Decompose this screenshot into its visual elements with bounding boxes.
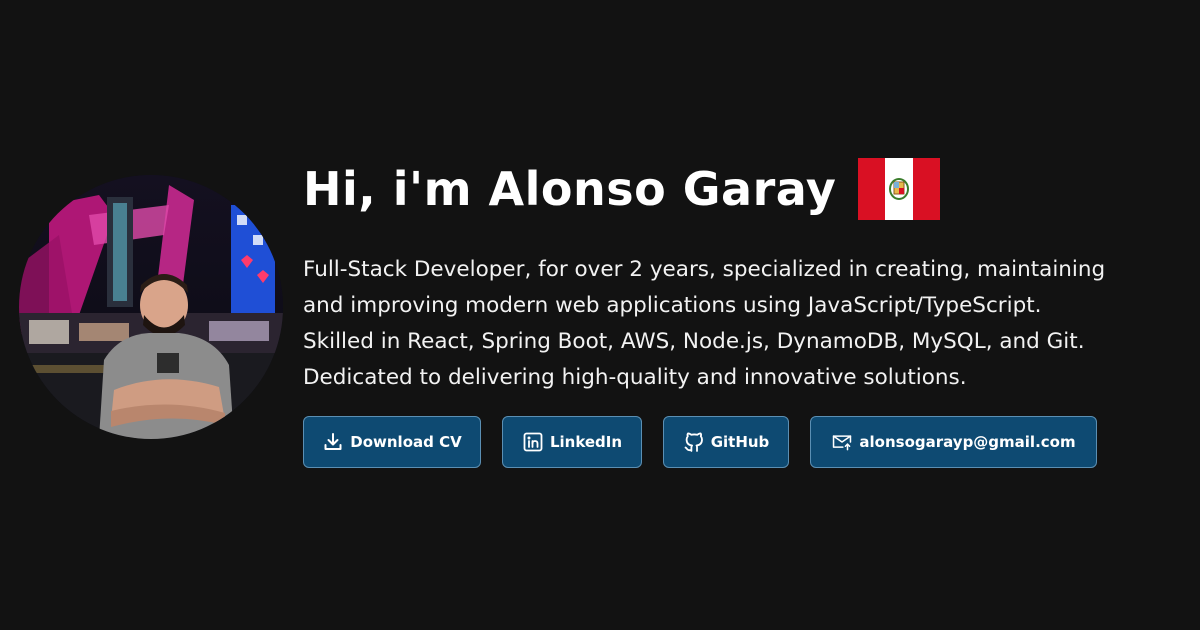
linkedin-button[interactable]: LinkedIn <box>502 416 642 468</box>
linkedin-label: LinkedIn <box>549 433 623 451</box>
bio-line-2: and improving modern web applications us… <box>303 293 1042 318</box>
mail-icon <box>831 431 853 453</box>
email-button[interactable]: alonsogarayp@gmail.com <box>810 416 1097 468</box>
github-label: GitHub <box>710 433 770 451</box>
action-buttons: Download CV LinkedIn GitHub alonsogarayp… <box>303 416 1097 468</box>
bio-line-4: Dedicated to delivering high-quality and… <box>303 365 967 390</box>
bio-line-1: Full-Stack Developer, for over 2 years, … <box>303 257 1106 282</box>
peru-flag-icon <box>858 158 941 220</box>
github-button[interactable]: GitHub <box>663 416 789 468</box>
header-row: Hi, i'm Alonso Garay <box>303 152 941 226</box>
email-label: alonsogarayp@gmail.com <box>859 433 1076 451</box>
download-cv-label: Download CV <box>350 433 462 451</box>
linkedin-icon <box>522 431 544 453</box>
download-cv-button[interactable]: Download CV <box>303 416 481 468</box>
github-icon <box>683 431 705 453</box>
profile-photo <box>19 175 283 439</box>
download-icon <box>322 431 344 453</box>
page-title: Hi, i'm Alonso Garay <box>303 162 837 216</box>
bio-paragraph: Full-Stack Developer, for over 2 years, … <box>303 252 1193 396</box>
bio-line-3: Skilled in React, Spring Boot, AWS, Node… <box>303 329 1085 354</box>
